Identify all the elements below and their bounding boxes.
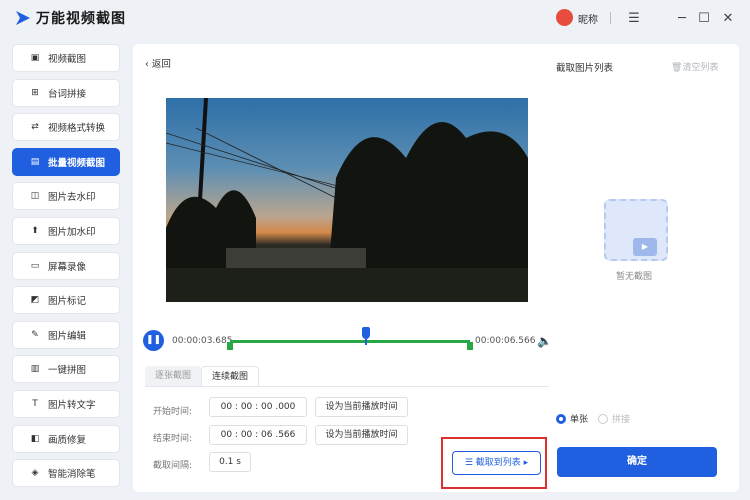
interval-input[interactable]: 0.1 s bbox=[209, 452, 251, 472]
text-icon: T bbox=[32, 398, 38, 409]
app-title: 万能视频截图 bbox=[36, 11, 126, 27]
sidebar-item-batch-screenshot[interactable]: ▤ 批量视频截图 bbox=[12, 147, 120, 176]
main-panel: ‹ 返回 截取图片列表 🗑清空列表 ▶ 暂无截图 ❚❚ 00:00:03.685… bbox=[133, 44, 739, 492]
eraser-icon: ◈ bbox=[31, 468, 39, 479]
capture-mode-tabs: 逐张截图 连续截图 bbox=[145, 366, 260, 386]
sidebar-item-label: 画质修复 bbox=[48, 434, 87, 446]
capture-to-list-button[interactable]: ☰ 截取到列表 ▸ bbox=[452, 451, 541, 475]
sidebar-item-label: 图片编辑 bbox=[48, 330, 87, 342]
list-icon: ☰ bbox=[464, 458, 476, 468]
sidebar-item-label: 视频格式转换 bbox=[48, 123, 106, 135]
minimize-icon[interactable]: ─ bbox=[672, 8, 692, 28]
sidebar-item-quality-restore[interactable]: ◧ 画质修复 bbox=[12, 424, 120, 453]
playhead-line bbox=[365, 337, 367, 345]
clear-list-button[interactable]: 🗑清空列表 bbox=[671, 60, 718, 73]
edit-icon: ✎ bbox=[31, 329, 39, 340]
radio-single[interactable] bbox=[556, 413, 566, 424]
mark-icon: ◩ bbox=[30, 295, 40, 306]
screen-record-icon: ▭ bbox=[30, 260, 40, 271]
sidebar-item-video-screenshot[interactable]: ▣ 视频截图 bbox=[12, 44, 120, 72]
sidebar-item-label: 图片去水印 bbox=[48, 192, 96, 204]
remove-watermark-icon: ◫ bbox=[30, 191, 40, 202]
interval-label: 截取间隔: bbox=[153, 461, 193, 471]
back-button[interactable]: ‹ 返回 bbox=[145, 56, 171, 70]
sidebar-item-label: 智能消除笔 bbox=[48, 469, 96, 481]
play-thumbnail-icon: ▶ bbox=[633, 238, 657, 256]
timeline-track[interactable] bbox=[230, 340, 470, 343]
collage-icon: ▥ bbox=[30, 364, 40, 375]
restore-icon: ◧ bbox=[30, 433, 40, 444]
sidebar-item-collage[interactable]: ▥ 一键拼图 bbox=[12, 355, 120, 384]
add-watermark-icon: ⬆ bbox=[31, 225, 39, 236]
clear-list-label: 清空列表 bbox=[682, 63, 719, 73]
sidebar-item-dialogue-stitch[interactable]: ⊞ 台词拼接 bbox=[12, 78, 120, 107]
start-time-label: 开始时间: bbox=[153, 407, 193, 417]
close-icon[interactable]: ✕ bbox=[718, 8, 738, 28]
sidebar-item-label: 图片转文字 bbox=[48, 399, 96, 411]
range-end-handle[interactable] bbox=[467, 342, 473, 350]
username[interactable]: 昵称 bbox=[578, 11, 598, 26]
sidebar-item-image-to-text[interactable]: T 图片转文字 bbox=[12, 389, 120, 418]
sidebar-item-smart-eraser[interactable]: ◈ 智能消除笔 bbox=[12, 459, 120, 488]
end-time-input[interactable]: 00 : 00 : 06 .566 bbox=[209, 425, 307, 445]
menu-icon[interactable]: ☰ bbox=[624, 8, 644, 28]
maximize-icon[interactable]: ☐ bbox=[694, 8, 714, 28]
start-time-input[interactable]: 00 : 00 : 00 .000 bbox=[209, 397, 307, 417]
sidebar-item-add-watermark[interactable]: ⬆ 图片加水印 bbox=[12, 216, 120, 245]
sidebar-item-label: 台词拼接 bbox=[48, 88, 87, 100]
sidebar-item-image-mark[interactable]: ◩ 图片标记 bbox=[12, 286, 120, 315]
dialogue-icon: ⊞ bbox=[31, 87, 39, 98]
video-preview[interactable] bbox=[166, 98, 528, 302]
sidebar-item-label: 一键拼图 bbox=[48, 365, 87, 377]
set-end-current-button[interactable]: 设为当前播放时间 bbox=[315, 425, 408, 445]
image-icon: ▣ bbox=[30, 53, 40, 63]
sidebar-item-label: 图片标记 bbox=[48, 296, 87, 308]
convert-icon: ⇄ bbox=[31, 122, 39, 133]
sidebar-item-format-convert[interactable]: ⇄ 视频格式转换 bbox=[12, 113, 120, 142]
capture-to-list-label: 截取到列表 ▸ bbox=[475, 458, 529, 468]
sidebar-item-label: 视频截图 bbox=[48, 54, 87, 65]
pause-icon: ❚❚ bbox=[145, 335, 162, 345]
batch-icon: ▤ bbox=[30, 156, 40, 167]
radio-single-label: 单张 bbox=[570, 415, 589, 425]
pause-button[interactable]: ❚❚ bbox=[143, 330, 164, 351]
empty-list-text: 暂无截图 bbox=[616, 272, 653, 282]
confirm-button[interactable]: 确定 bbox=[557, 447, 717, 477]
tab-continuous-capture[interactable]: 连续截图 bbox=[201, 366, 260, 386]
sidebar-item-label: 屏幕录像 bbox=[48, 261, 87, 273]
volume-icon[interactable]: 🔈 bbox=[537, 334, 552, 348]
sidebar-item-label: 图片加水印 bbox=[48, 226, 96, 238]
radio-stitch[interactable] bbox=[598, 413, 609, 424]
title-bar: 万能视频截图 昵称 ☰ ─ ☐ ✕ bbox=[0, 0, 750, 36]
sidebar-item-screen-record[interactable]: ▭ 屏幕录像 bbox=[12, 251, 120, 280]
end-time: 00:00:06.566 bbox=[475, 336, 536, 346]
end-time-label: 结束时间: bbox=[153, 434, 193, 444]
back-label: 返回 bbox=[151, 59, 171, 70]
video-frame-image bbox=[166, 98, 528, 302]
title-bar-divider bbox=[610, 12, 611, 24]
current-time: 00:00:03.685 bbox=[172, 336, 233, 346]
sidebar-item-label: 批量视频截图 bbox=[48, 157, 106, 169]
output-mode-group: 单张 拼接 bbox=[556, 412, 640, 425]
sidebar-item-image-edit[interactable]: ✎ 图片编辑 bbox=[12, 320, 120, 349]
tab-single-capture[interactable]: 逐张截图 bbox=[145, 366, 202, 386]
sidebar: ▣ 视频截图 ⊞ 台词拼接 ⇄ 视频格式转换 ▤ 批量视频截图 ◫ 图片去水印 ⬆ 图片加水… bbox=[12, 44, 122, 494]
trash-icon: 🗑 bbox=[671, 63, 683, 73]
set-start-current-button[interactable]: 设为当前播放时间 bbox=[315, 397, 408, 417]
avatar[interactable] bbox=[556, 9, 573, 26]
capture-list-title: 截取图片列表 bbox=[556, 63, 614, 74]
chevron-left-icon: ‹ bbox=[145, 59, 152, 70]
radio-stitch-label: 拼接 bbox=[612, 415, 631, 425]
app-logo-icon bbox=[16, 11, 30, 25]
range-start-handle[interactable] bbox=[227, 342, 233, 350]
sidebar-item-remove-watermark[interactable]: ◫ 图片去水印 bbox=[12, 182, 120, 211]
